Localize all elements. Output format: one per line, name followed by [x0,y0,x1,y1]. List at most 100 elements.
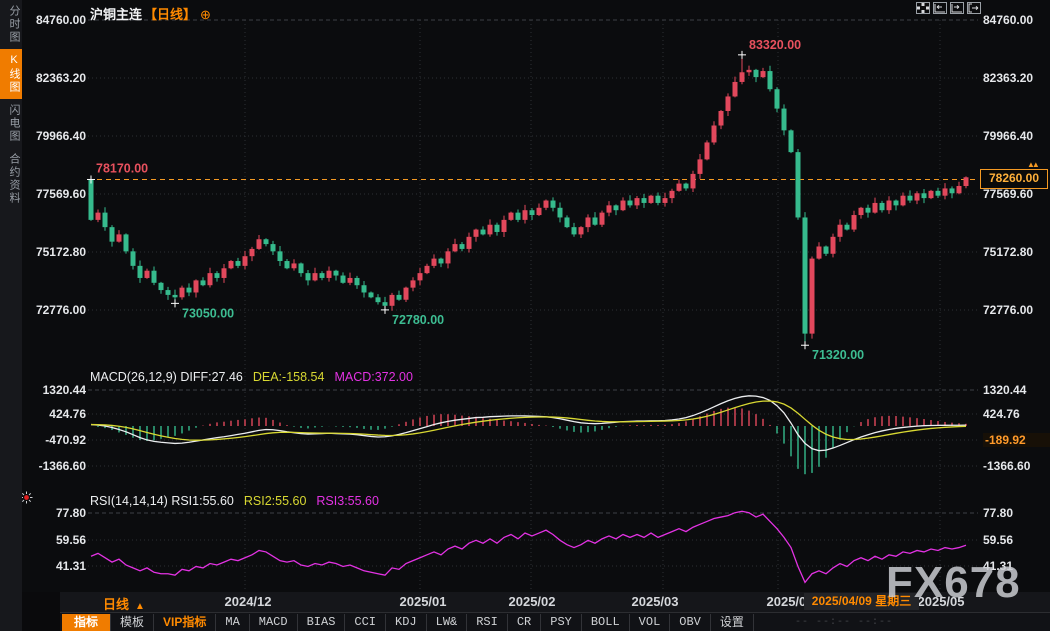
candle-body [516,213,521,220]
period-tag: 【日线】 [144,7,196,22]
toolbar-item-KDJ[interactable]: KDJ [386,614,427,631]
candle-body [838,225,843,237]
ref-price-label: 78170.00 [96,161,148,175]
toolbar-item-模板[interactable]: 模板 [111,614,154,631]
candle-body [579,227,584,234]
candle-body [852,215,857,230]
candle-body [558,208,563,218]
month-label-2025/02: 2025/02 [509,594,556,609]
macd-dea-line [91,401,966,440]
grid-icon[interactable] [916,2,930,14]
candle-body [348,278,353,283]
sidebar-item-2[interactable]: K线图 [0,49,22,99]
sidebar-item-4[interactable]: 合约资料 [0,148,22,210]
toolbar-item-CR[interactable]: CR [508,614,541,631]
toolbar-item-VOL[interactable]: VOL [630,614,671,631]
rsi-axis-right-0: 77.80 [983,506,1049,520]
candle-body [733,82,738,97]
candle-body [663,198,668,203]
candle-body [103,213,108,228]
candle-body [523,210,528,220]
pan-left-icon[interactable] [933,2,947,14]
candle-body [719,111,724,126]
pan-right-icon[interactable] [950,2,964,14]
candle-body [397,295,402,300]
candle-body [257,239,262,249]
toolbar-item-BIAS[interactable]: BIAS [298,614,346,631]
candle-body [936,191,941,196]
candle-body [740,72,745,82]
toolbar-item-RSI[interactable]: RSI [467,614,508,631]
main-axis-left-1: 82363.20 [24,71,86,85]
candle-body [222,268,227,278]
toolbar-item-BOLL[interactable]: BOLL [582,614,630,631]
candle-body [131,251,136,266]
candle-body [894,201,899,206]
candle-body [530,210,535,215]
candle-body [411,280,416,287]
main-axis-left-5: 72776.00 [24,303,86,317]
candle-body [964,177,969,186]
toolbar-item-MACD[interactable]: MACD [250,614,298,631]
candle-body [621,201,626,211]
sidebar-item-1[interactable]: 分时图 [0,0,22,49]
candle-body [768,71,773,89]
macd-axis-left-1: 424.76 [24,407,86,421]
toolbar-item-指标[interactable]: 指标 [62,614,111,631]
candle-body [712,126,717,143]
candle-body [908,196,913,201]
candle-body [677,184,682,191]
candle-body [383,302,388,306]
candle-body [691,174,696,189]
candle-body [138,266,143,278]
candle-body [362,285,367,292]
main-axis-right-4: 75172.80 [983,245,1049,259]
toolbar-item-设置[interactable]: 设置 [711,614,754,631]
candle-body [866,208,871,213]
toolbar-item-OBV[interactable]: OBV [670,614,711,631]
month-label-2024/12: 2024/12 [225,594,272,609]
candle-body [236,261,241,266]
toolbar-item-VIP指标[interactable]: VIP指标 [154,614,216,631]
rsi-axis-right-1: 59.56 [983,533,1049,547]
export-icon[interactable] [967,2,981,14]
candle-body [782,109,787,131]
candle-body [334,271,339,276]
candle-body [250,249,255,256]
candle-body [544,201,549,208]
candle-body [831,237,836,254]
candle-body [285,261,290,268]
candlestick-chart[interactable]: 78170.0073050.0072780.0083320.0071320.00 [0,0,1050,631]
toolbar-item-PSY[interactable]: PSY [541,614,582,631]
main-axis-right-5: 72776.00 [983,303,1049,317]
candle-body [390,295,395,306]
main-axis-left-3: 77569.60 [24,187,86,201]
toolbar-item-MA[interactable]: MA [216,614,249,631]
candle-body [180,288,185,298]
candle-body [278,251,283,261]
macd-axis-right-1: 424.76 [983,407,1049,421]
price-marker-icon: ▲▲ [1027,160,1037,169]
toolbar-item-LW&[interactable]: LW& [427,614,468,631]
candle-body [166,290,171,295]
candle-body [369,292,374,297]
toolbar-item-CCI[interactable]: CCI [345,614,386,631]
candle-body [810,259,815,334]
macd-title: MACD(26,12,9) DIFF:27.46 [90,370,243,384]
candle-body [425,266,430,273]
candle-body [796,152,801,217]
candle-body [117,234,122,241]
candle-body [649,196,654,203]
macd-axis-left-3: -1366.60 [24,459,86,473]
add-indicator-icon[interactable]: ⊕ [200,7,211,22]
candle-body [873,203,878,213]
sidebar-item-3[interactable]: 闪电图 [0,99,22,148]
candle-body [901,196,906,206]
candle-body [537,208,542,215]
month-label-2025/03: 2025/03 [632,594,679,609]
period-selector[interactable]: 日线▲ [103,594,145,613]
rsi-line [91,511,966,582]
candle-body [817,247,822,259]
main-axis-right-3: 77569.60 [983,187,1049,201]
extreme-price-label: 73050.00 [182,306,234,320]
